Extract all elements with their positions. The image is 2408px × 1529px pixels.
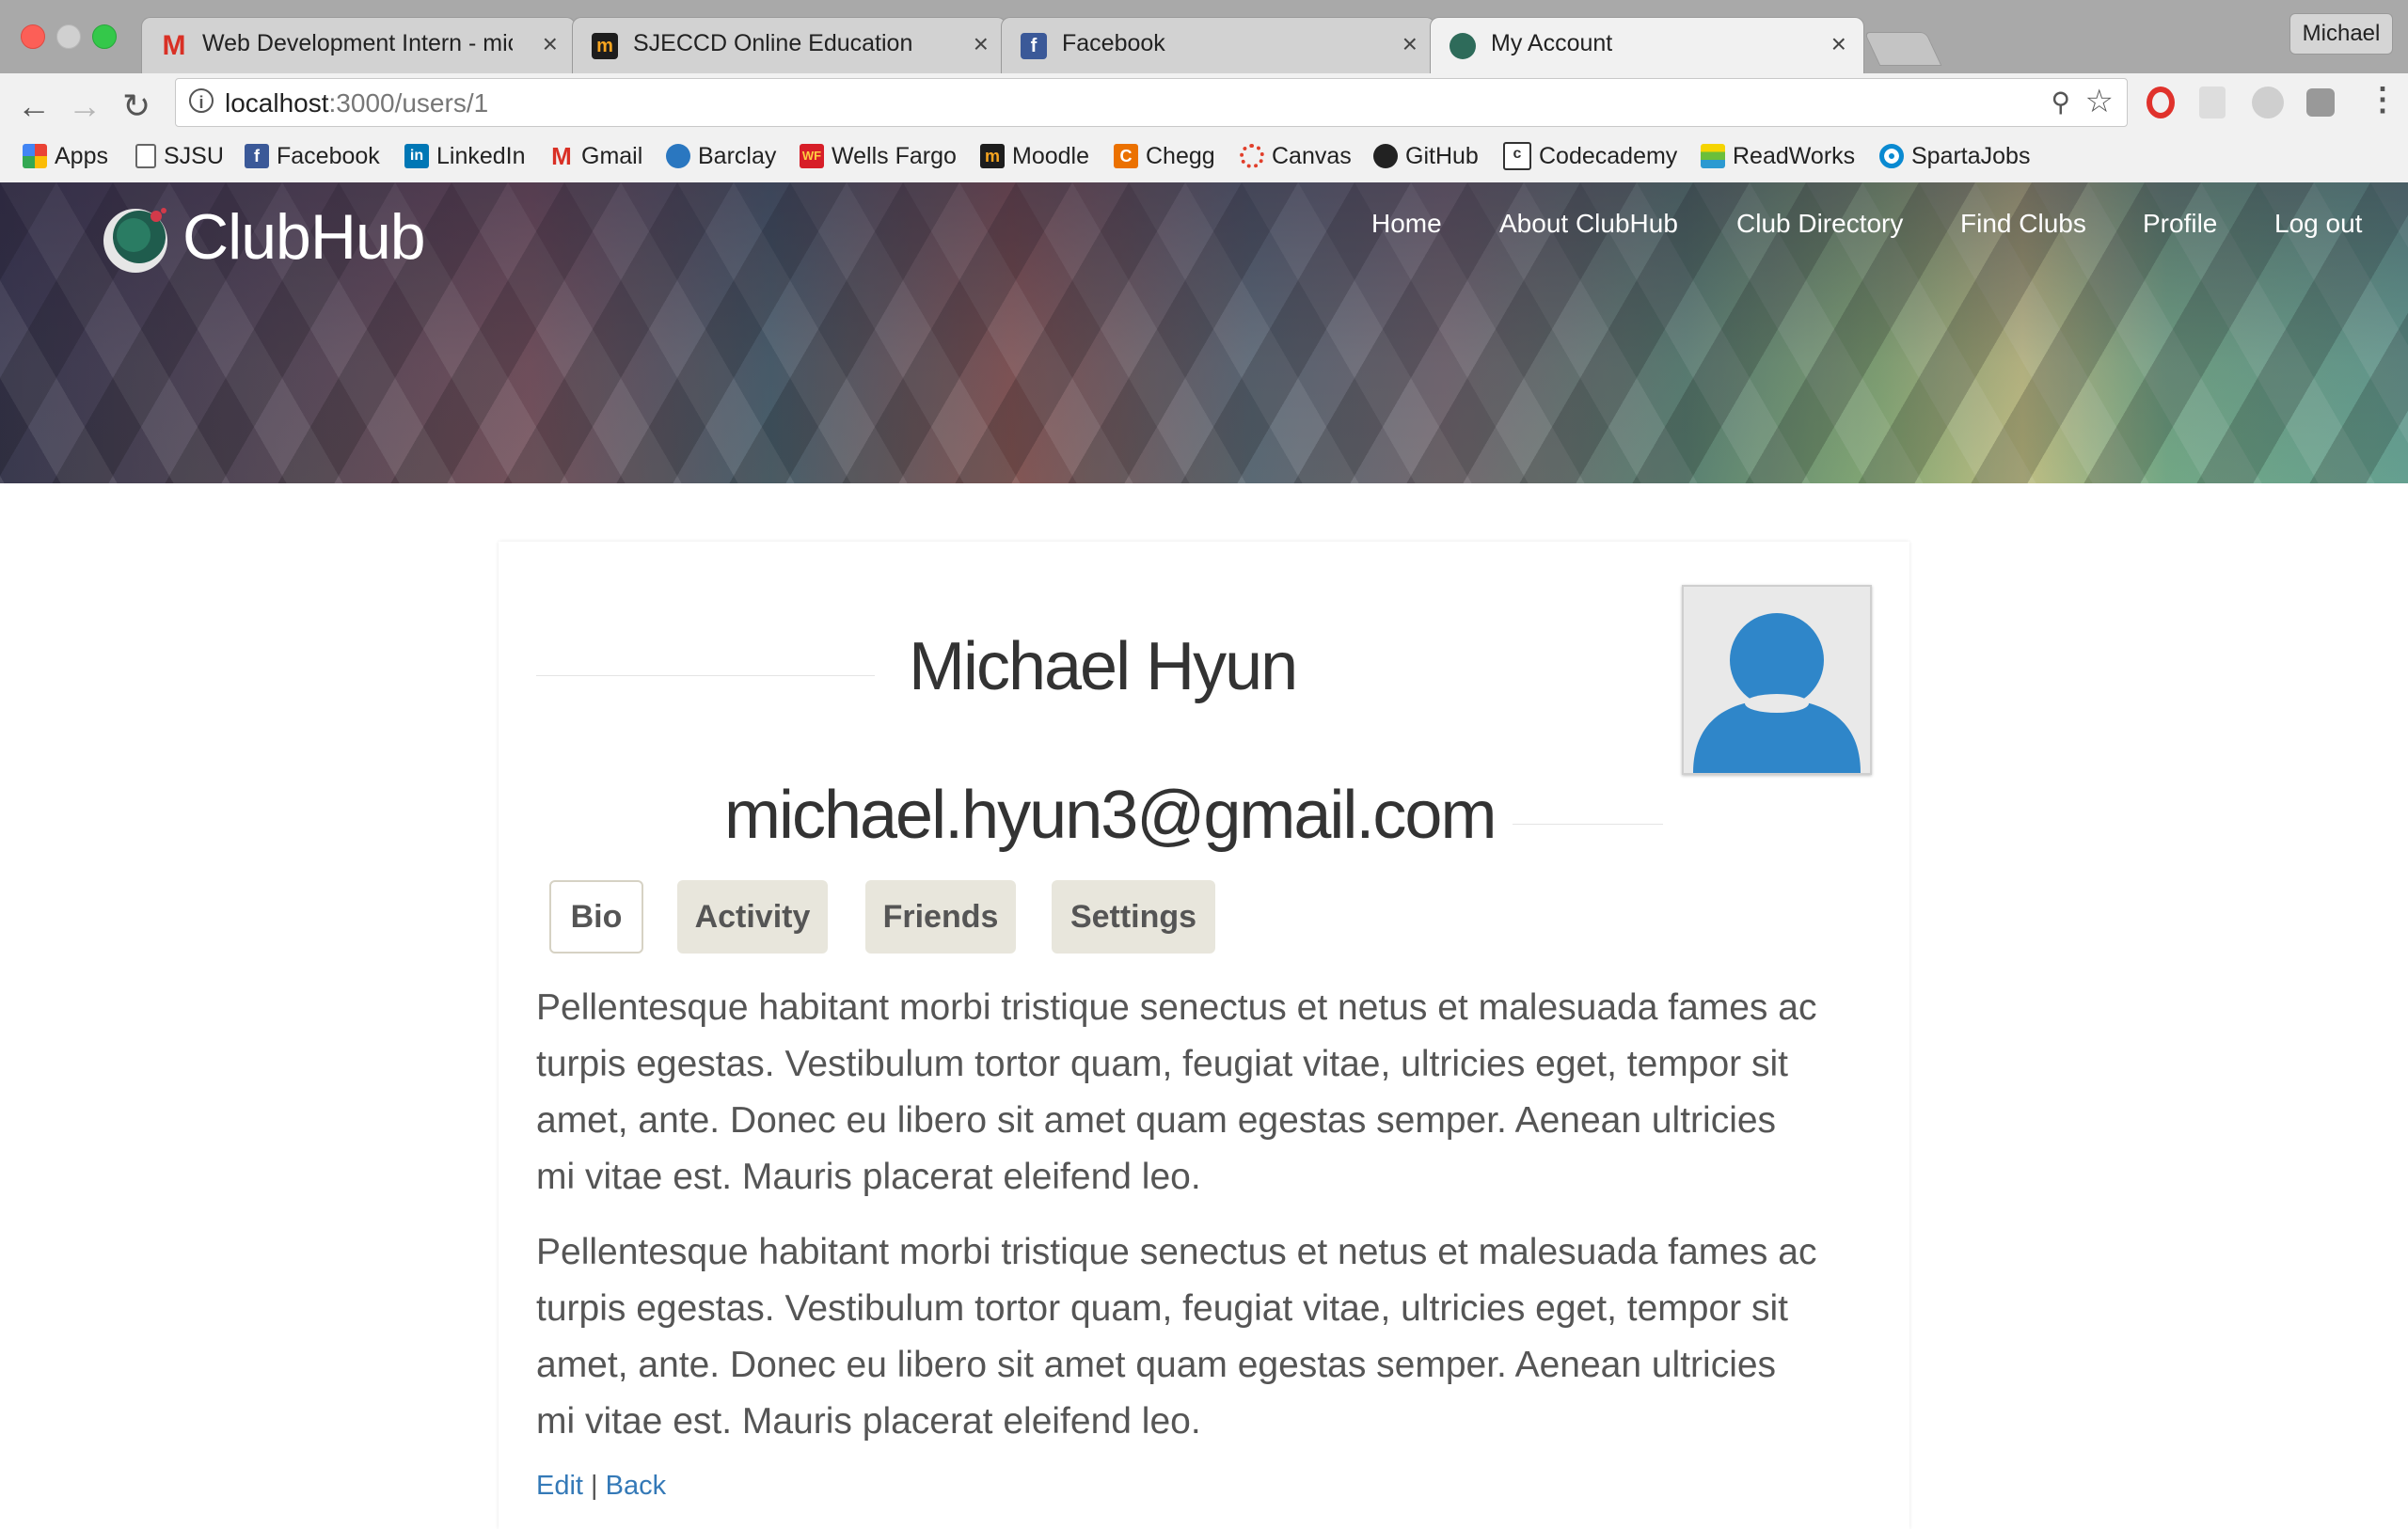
site-header-banner: ClubHub Home About ClubHub Club Director… (0, 182, 2408, 483)
facebook-icon: f (245, 144, 269, 168)
forward-arrow-icon[interactable]: → (68, 87, 102, 126)
bookmark-apps[interactable]: Apps (23, 139, 108, 173)
page-icon (135, 144, 156, 168)
tab-title: SJECCD Online Education (633, 30, 913, 56)
bookmark-barclay[interactable]: Barclay (666, 139, 776, 173)
bookmark-chegg[interactable]: C Chegg (1114, 139, 1215, 173)
profile-name: Michael Hyun (909, 629, 1298, 704)
clubhub-icon (1450, 33, 1476, 59)
bio-paragraph: Pellentesque habitant morbi tristique se… (536, 987, 1817, 1197)
chegg-icon: C (1114, 144, 1138, 168)
canvas-icon (1240, 144, 1264, 168)
bookmark-moodle[interactable]: m Moodle (980, 139, 1089, 173)
close-tab-icon[interactable]: × (1402, 29, 1418, 59)
extension-m-icon[interactable] (2252, 87, 2284, 118)
bookmark-sjsu[interactable]: SJSU (135, 139, 224, 173)
bookmark-canvas[interactable]: Canvas (1240, 139, 1352, 173)
edit-link[interactable]: Edit (536, 1471, 583, 1501)
nav-profile[interactable]: Profile (2143, 209, 2217, 239)
divider (1513, 824, 1663, 825)
maximize-window-button[interactable] (92, 24, 117, 49)
tab-bio[interactable]: Bio (549, 880, 643, 954)
nav-home[interactable]: Home (1371, 209, 1442, 239)
moodle-icon: m (980, 144, 1005, 168)
bookmark-readworks[interactable]: ReadWorks (1701, 139, 1855, 173)
bookmarks-bar: Apps SJSU f Facebook in LinkedIn M Gmail Ba… (0, 135, 2408, 179)
link-separator: | (591, 1471, 598, 1501)
extension-icon[interactable] (2199, 87, 2226, 118)
browser-tab-my-account[interactable]: My Account × (1430, 17, 1864, 73)
clubhub-logo-icon (98, 199, 173, 275)
tab-title: Web Development Intern - mic (202, 30, 513, 56)
address-bar[interactable]: i localhost:3000/users/1 ⚲ ☆ (175, 78, 2128, 127)
bookmark-spartajobs[interactable]: SpartaJobs (1879, 139, 2030, 173)
spartajobs-icon (1879, 144, 1904, 168)
apps-grid-icon (23, 144, 47, 168)
facebook-icon: f (1021, 33, 1047, 59)
opera-extension-icon[interactable] (2147, 87, 2175, 118)
bookmark-gmail[interactable]: M Gmail (549, 139, 642, 173)
clubhub-logo[interactable]: ClubHub (98, 199, 426, 275)
close-tab-icon[interactable]: × (974, 29, 989, 59)
tab-title: Facebook (1062, 30, 1165, 56)
moodle-icon: m (592, 33, 618, 59)
bookmark-wells-fargo[interactable]: WF Wells Fargo (800, 139, 957, 173)
key-icon[interactable]: ⚲ (2051, 87, 2070, 118)
github-icon (1373, 144, 1398, 168)
browser-profile-button[interactable]: Michael (2289, 13, 2393, 55)
info-icon[interactable]: i (189, 88, 214, 113)
reload-icon[interactable]: ↻ (122, 87, 150, 126)
close-tab-icon[interactable]: × (1831, 29, 1846, 59)
nav-club-directory[interactable]: Club Directory (1736, 209, 1903, 239)
bookmark-star-icon[interactable]: ☆ (2085, 83, 2114, 120)
browser-menu-icon[interactable]: ⋮ (2367, 81, 2399, 118)
url-text: localhost:3000/users/1 (225, 88, 489, 118)
gmail-icon: M (162, 30, 186, 61)
browser-tab-gmail[interactable]: M Web Development Intern - mic × (141, 17, 576, 73)
divider (536, 675, 875, 676)
user-silhouette-icon (1693, 613, 1861, 773)
gmail-icon: M (551, 142, 572, 170)
nav-about-clubhub[interactable]: About ClubHub (1499, 209, 1678, 239)
tab-activity[interactable]: Activity (677, 880, 828, 954)
codecademy-icon: c (1503, 142, 1531, 170)
wells-fargo-icon: WF (800, 144, 824, 168)
nav-find-clubs[interactable]: Find Clubs (1960, 209, 2086, 239)
extension-square-icon[interactable] (2306, 88, 2335, 117)
browser-tab-strip: M Web Development Intern - mic × m SJECC… (0, 0, 2408, 73)
close-window-button[interactable] (21, 24, 45, 49)
bookmark-codecademy[interactable]: c Codecademy (1503, 139, 1677, 173)
minimize-window-button[interactable] (56, 24, 81, 49)
profile-email: michael.hyun3@gmail.com (724, 778, 1497, 853)
readworks-icon (1701, 144, 1725, 168)
barclay-icon (666, 144, 690, 168)
browser-tab-sjeccd[interactable]: m SJECCD Online Education × (572, 17, 1006, 73)
tab-title: My Account (1491, 30, 1613, 56)
tab-settings[interactable]: Settings (1052, 880, 1215, 954)
site-logo-text: ClubHub (182, 201, 426, 273)
back-link[interactable]: Back (606, 1471, 666, 1501)
browser-tab-facebook[interactable]: f Facebook × (1001, 17, 1435, 73)
bio-paragraph: Pellentesque habitant morbi tristique se… (536, 1232, 1817, 1442)
bookmark-facebook[interactable]: f Facebook (245, 139, 380, 173)
close-tab-icon[interactable]: × (543, 29, 558, 59)
new-tab-button[interactable] (1863, 32, 1942, 66)
tab-friends[interactable]: Friends (865, 880, 1016, 954)
avatar (1682, 585, 1872, 775)
bookmark-linkedin[interactable]: in LinkedIn (404, 139, 526, 173)
nav-log-out[interactable]: Log out (2274, 209, 2362, 239)
bookmark-github[interactable]: GitHub (1373, 139, 1479, 173)
profile-actions: Edit | Back (536, 1471, 666, 1502)
linkedin-icon: in (404, 144, 429, 168)
back-arrow-icon[interactable]: ← (17, 87, 51, 126)
